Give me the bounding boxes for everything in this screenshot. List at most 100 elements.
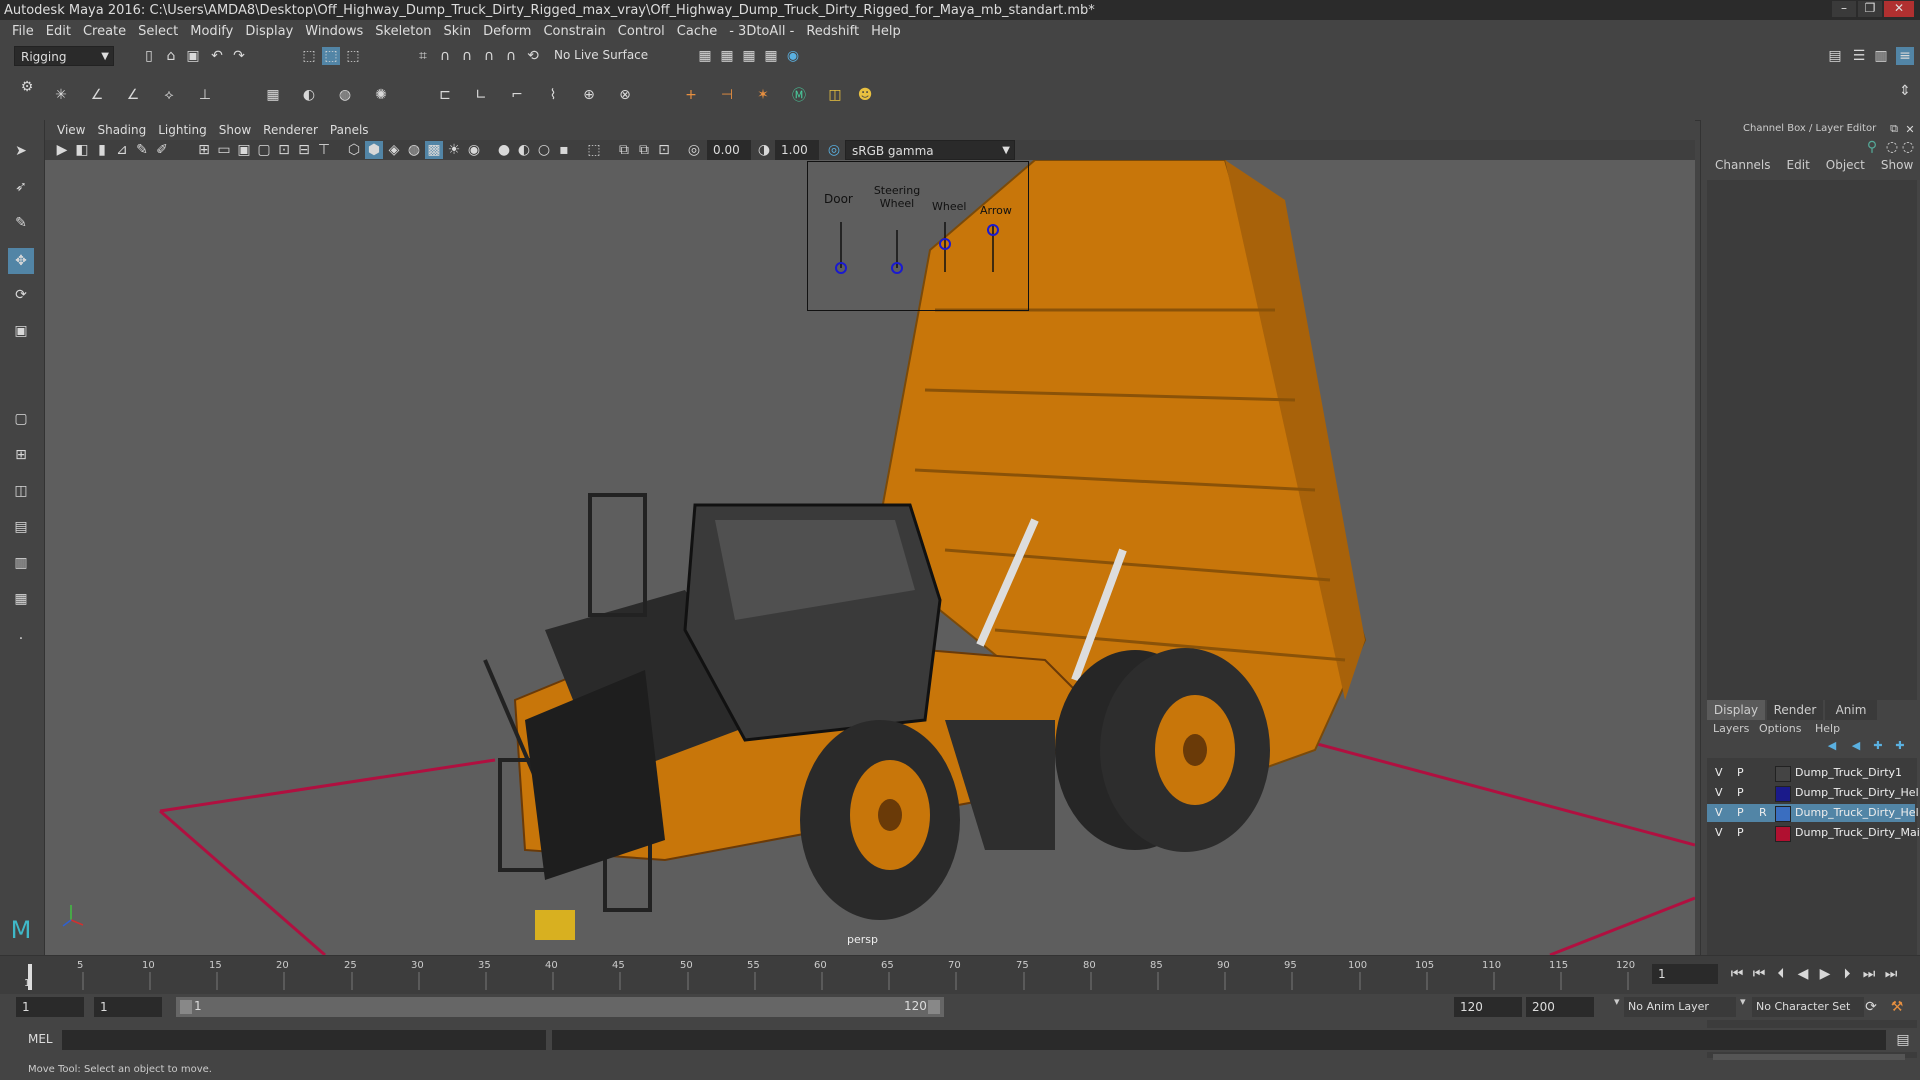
- ik-spline-icon[interactable]: ∠: [124, 86, 142, 104]
- color-management-icon[interactable]: ◎: [825, 141, 843, 159]
- 2d-pan-icon[interactable]: ✐: [153, 141, 171, 159]
- vp-menu-shading[interactable]: Shading: [97, 123, 146, 137]
- new-layer-icon[interactable]: ✚: [1871, 738, 1885, 752]
- render-settings-icon[interactable]: ▦: [740, 47, 758, 65]
- anim-layer-dropdown[interactable]: No Anim Layer: [1624, 997, 1736, 1017]
- cluster-icon[interactable]: ◐: [300, 86, 318, 104]
- layer-visibility-toggle[interactable]: V: [1715, 766, 1723, 779]
- range-slider[interactable]: 1 120: [176, 997, 944, 1017]
- gamma-field[interactable]: 1.00: [775, 140, 819, 160]
- minimize-button[interactable]: –: [1832, 1, 1856, 17]
- layer-color-swatch[interactable]: [1775, 806, 1791, 822]
- end-time-field[interactable]: 200: [1526, 997, 1594, 1017]
- settings-icon[interactable]: ◌: [1885, 139, 1899, 155]
- anim-end-field[interactable]: 120: [1454, 997, 1522, 1017]
- anim-start-field[interactable]: 1: [94, 997, 162, 1017]
- wireframe-icon[interactable]: ⬡: [345, 141, 363, 159]
- command-language-label[interactable]: MEL: [28, 1032, 53, 1046]
- cb-menu-edit[interactable]: Edit: [1787, 158, 1810, 178]
- tab-display[interactable]: Display: [1707, 700, 1765, 720]
- scale-tool-icon[interactable]: ▣: [12, 322, 30, 340]
- close-panel-icon[interactable]: ✕: [1903, 122, 1917, 136]
- bind-skin-icon[interactable]: ⊏: [436, 86, 454, 104]
- field-chart-icon[interactable]: ⊡: [275, 141, 293, 159]
- menu-skin[interactable]: Skin: [444, 24, 472, 39]
- step-back-frame-icon[interactable]: ⏴: [1772, 965, 1790, 983]
- layer-color-swatch[interactable]: [1775, 766, 1791, 782]
- aim-constraint-icon[interactable]: ⊣: [718, 86, 736, 104]
- layer-menu-options[interactable]: Options: [1759, 722, 1801, 735]
- image-plane-icon[interactable]: ⊿: [113, 141, 131, 159]
- options-icon[interactable]: ◌: [1901, 139, 1915, 155]
- menu-display[interactable]: Display: [245, 24, 293, 39]
- chevron-down-icon[interactable]: ▾: [1614, 995, 1620, 1008]
- select-object-icon[interactable]: ⬚: [322, 47, 340, 65]
- attribute-editor-icon[interactable]: ☰: [1850, 47, 1868, 65]
- menu-help[interactable]: Help: [871, 24, 901, 39]
- single-pane-icon[interactable]: ▢: [12, 410, 30, 428]
- ambient-occlusion-icon[interactable]: ●: [495, 141, 513, 159]
- character-controls-icon[interactable]: ◫: [826, 86, 844, 104]
- two-pane-icon[interactable]: ◫: [12, 482, 30, 500]
- maximize-button[interactable]: ❐: [1858, 1, 1882, 17]
- layer-row[interactable]: V P Dump_Truck_Dirty_Mai: [1707, 824, 1920, 842]
- gate-mask-icon[interactable]: ▢: [255, 141, 273, 159]
- menu-modify[interactable]: Modify: [190, 24, 233, 39]
- range-end-handle[interactable]: [928, 1000, 940, 1014]
- color-space-dropdown[interactable]: sRGB gamma ▼: [845, 140, 1015, 160]
- exposure-icon[interactable]: ◎: [685, 141, 703, 159]
- vp-menu-panels[interactable]: Panels: [330, 123, 369, 137]
- step-forward-frame-icon[interactable]: ⏵: [1838, 965, 1856, 983]
- layer-name[interactable]: Dump_Truck_Dirty_Mai: [1795, 826, 1920, 839]
- menu-redshift[interactable]: Redshift: [806, 24, 859, 39]
- menu-file[interactable]: File: [12, 24, 34, 39]
- open-scene-icon[interactable]: ⌂: [162, 47, 180, 65]
- copy-weights-icon[interactable]: ⌇: [544, 86, 562, 104]
- layer-visibility-toggle[interactable]: V: [1715, 826, 1723, 839]
- layout-more-icon[interactable]: ·: [12, 630, 30, 648]
- step-back-key-icon[interactable]: ⏮: [1750, 965, 1768, 983]
- character-set-dropdown[interactable]: No Character Set: [1752, 997, 1864, 1017]
- lasso-tool-icon[interactable]: ➶: [12, 178, 30, 196]
- menu-constrain[interactable]: Constrain: [543, 24, 605, 39]
- layer-row-selected[interactable]: V P R Dump_Truck_Dirty_Hel: [1707, 804, 1919, 822]
- vp-menu-renderer[interactable]: Renderer: [263, 123, 318, 137]
- move-tool-icon[interactable]: ✥: [8, 248, 34, 274]
- float-panel-icon[interactable]: ⧉: [1887, 122, 1901, 136]
- film-gate-icon[interactable]: ▭: [215, 141, 233, 159]
- hik-icon[interactable]: Ⓜ: [790, 86, 808, 104]
- script-editor-icon[interactable]: ▤: [1894, 1031, 1912, 1049]
- play-forward-icon[interactable]: ▶: [1816, 965, 1834, 983]
- layer-row[interactable]: V P Dump_Truck_Dirty_Hel: [1707, 784, 1919, 802]
- layer-playback-toggle[interactable]: P: [1737, 806, 1744, 819]
- time-slider[interactable]: 1 5 10 15 20 25 30 35 40 45 50 55 60 65 …: [0, 955, 1920, 994]
- select-tool-icon[interactable]: ➤: [12, 142, 30, 160]
- layer-playback-toggle[interactable]: P: [1737, 766, 1744, 779]
- lattice-icon[interactable]: ▦: [264, 86, 282, 104]
- snap-surface-icon[interactable]: ∩: [502, 47, 520, 65]
- mirror-joint-icon[interactable]: ⟡: [160, 86, 178, 104]
- wrap-icon[interactable]: ◍: [336, 86, 354, 104]
- joint-tool-icon[interactable]: ✳: [52, 86, 70, 104]
- tool-settings-icon[interactable]: ▥: [1872, 47, 1890, 65]
- tab-anim[interactable]: Anim: [1825, 700, 1877, 720]
- play-backward-icon[interactable]: ◀: [1794, 965, 1812, 983]
- four-pane-icon[interactable]: ⊞: [12, 446, 30, 464]
- pole-vector-icon[interactable]: ✶: [754, 86, 772, 104]
- go-to-end-icon[interactable]: ⏭: [1882, 965, 1900, 983]
- bookmark-icon[interactable]: ▮: [93, 141, 111, 159]
- layer-name[interactable]: Dump_Truck_Dirty1: [1795, 766, 1902, 779]
- auto-key-icon[interactable]: ⟳: [1862, 998, 1880, 1016]
- menu-select[interactable]: Select: [138, 24, 178, 39]
- grease-pencil-icon[interactable]: ✎: [133, 141, 151, 159]
- layer-color-swatch[interactable]: [1775, 826, 1791, 842]
- hypershade-layout-icon[interactable]: ▦: [12, 590, 30, 608]
- textured-icon[interactable]: ▩: [425, 141, 443, 159]
- safe-title-icon[interactable]: ⊤: [315, 141, 333, 159]
- hud-icon[interactable]: ⊡: [655, 141, 673, 159]
- step-forward-key-icon[interactable]: ⏭: [1860, 965, 1878, 983]
- paint-select-icon[interactable]: ✎: [12, 214, 30, 232]
- quick-rig-icon[interactable]: ☻: [856, 86, 874, 104]
- menu-deform[interactable]: Deform: [483, 24, 531, 39]
- exposure-field[interactable]: 0.00: [707, 140, 751, 160]
